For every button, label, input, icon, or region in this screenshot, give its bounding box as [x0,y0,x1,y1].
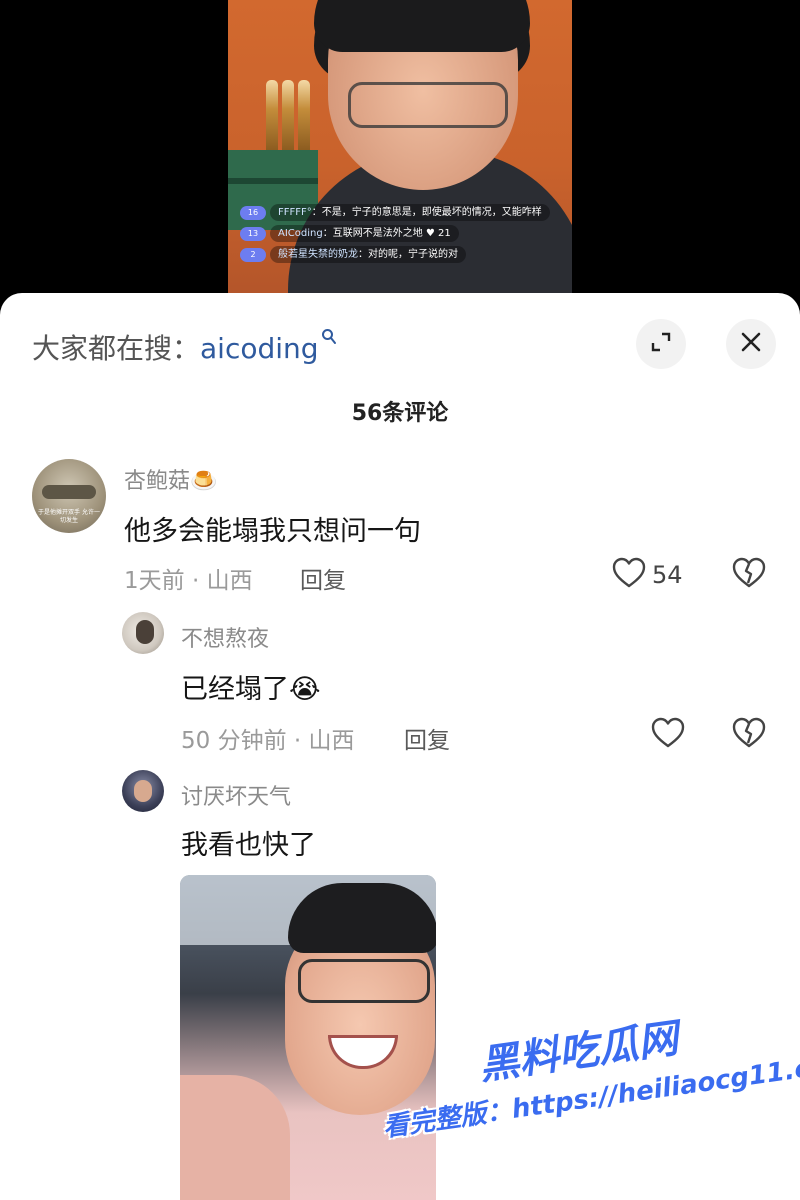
broken-heart-icon [732,717,766,753]
like-count: 54 [652,561,683,589]
live-comment-list: 16 FFFFF°：不是，宁子的意思是，即使最坏的情况，又能咋样 13 AICo… [240,204,560,267]
expand-button[interactable] [636,319,686,369]
avatar-figure [42,485,96,499]
bottle [266,80,278,152]
comment-time-location: 1天前 · 山西 [124,568,253,594]
live-comment-user: FFFFF° [278,207,312,218]
avatar[interactable]: 于是他摊开双手 允许一切发生 [32,459,106,533]
live-comment-text: 般若星失禁的奶龙：对的呢，宁子说的对 [270,246,466,263]
shelf-line [228,178,318,184]
live-comment: 13 AICoding：互联网不是法外之地 ♥ 21 [240,225,560,242]
bottle [282,80,294,152]
image-hair [288,883,436,953]
avatar-figure [136,620,154,644]
heart-icon: ♥ [425,228,435,239]
live-comment-user: AICoding [278,228,323,239]
fan-level-badge: 2 [240,248,266,262]
search-icon [321,328,337,351]
comment-username[interactable]: 讨厌坏天气 [181,779,291,811]
comment-text: 他多会能塌我只想问一句 [124,516,421,547]
live-comment-user: 般若星失禁的奶龙 [278,249,358,260]
dislike-button[interactable] [732,557,766,593]
expand-icon [649,330,673,358]
bottle [298,80,310,152]
live-comment-body: ：对的呢，宁子说的对 [358,249,458,260]
avatar[interactable] [122,770,164,812]
comment-text: 我看也快了 [181,830,316,861]
dislike-button[interactable] [732,717,766,753]
like-button[interactable] [651,717,685,753]
live-comment: 2 般若星失禁的奶龙：对的呢，宁子说的对 [240,246,560,263]
live-video[interactable]: 16 FFFFF°：不是，宁子的意思是，即使最坏的情况，又能咋样 13 AICo… [0,0,800,300]
live-comment-likes: 21 [438,228,451,239]
live-comment-body: ：互联网不是法外之地 [322,228,423,239]
comment-image[interactable] [180,875,436,1200]
close-icon [739,330,763,358]
comment-time-location: 50 分钟前 · 山西 [181,728,355,754]
like-button[interactable]: 54 [612,557,683,593]
live-comment-body: ：不是，宁子的意思是，即使最坏的情况，又能咋样 [311,207,542,218]
trending-search-term[interactable]: aicoding [200,332,319,365]
avatar-caption: 于是他摊开双手 允许一切发生 [38,509,100,524]
live-comment-text: FFFFF°：不是，宁子的意思是，即使最坏的情况，又能咋样 [270,204,550,221]
trending-search-label: 大家都在搜： [32,332,201,365]
close-button[interactable] [726,319,776,369]
image-glasses [298,959,430,1003]
comment-username[interactable]: 不想熬夜 [181,621,269,653]
reply-button[interactable]: 回复 [404,721,450,755]
video-frame: 16 FFFFF°：不是，宁子的意思是，即使最坏的情况，又能咋样 13 AICo… [228,0,572,300]
heart-outline-icon [651,717,685,753]
broken-heart-icon [732,557,766,593]
streamer-glasses [348,82,508,128]
comment-count: 56条评论 [351,401,449,426]
image-arm [180,1075,290,1200]
fan-level-badge: 13 [240,227,266,241]
comment-username[interactable]: 杏鲍菇🍮 [124,463,217,495]
live-comment: 16 FFFFF°：不是，宁子的意思是，即使最坏的情况，又能咋样 [240,204,560,221]
reply-button[interactable]: 回复 [300,561,346,595]
heart-outline-icon [612,557,646,593]
avatar-figure [134,780,152,802]
trending-search[interactable]: 大家都在搜： aicoding [32,327,337,367]
avatar[interactable] [122,612,164,654]
streamer-hair-top [314,0,530,52]
live-comment-text: AICoding：互联网不是法外之地 ♥ 21 [270,225,459,242]
fan-level-badge: 16 [240,206,266,220]
comment-text: 已经塌了😭 [181,674,321,705]
